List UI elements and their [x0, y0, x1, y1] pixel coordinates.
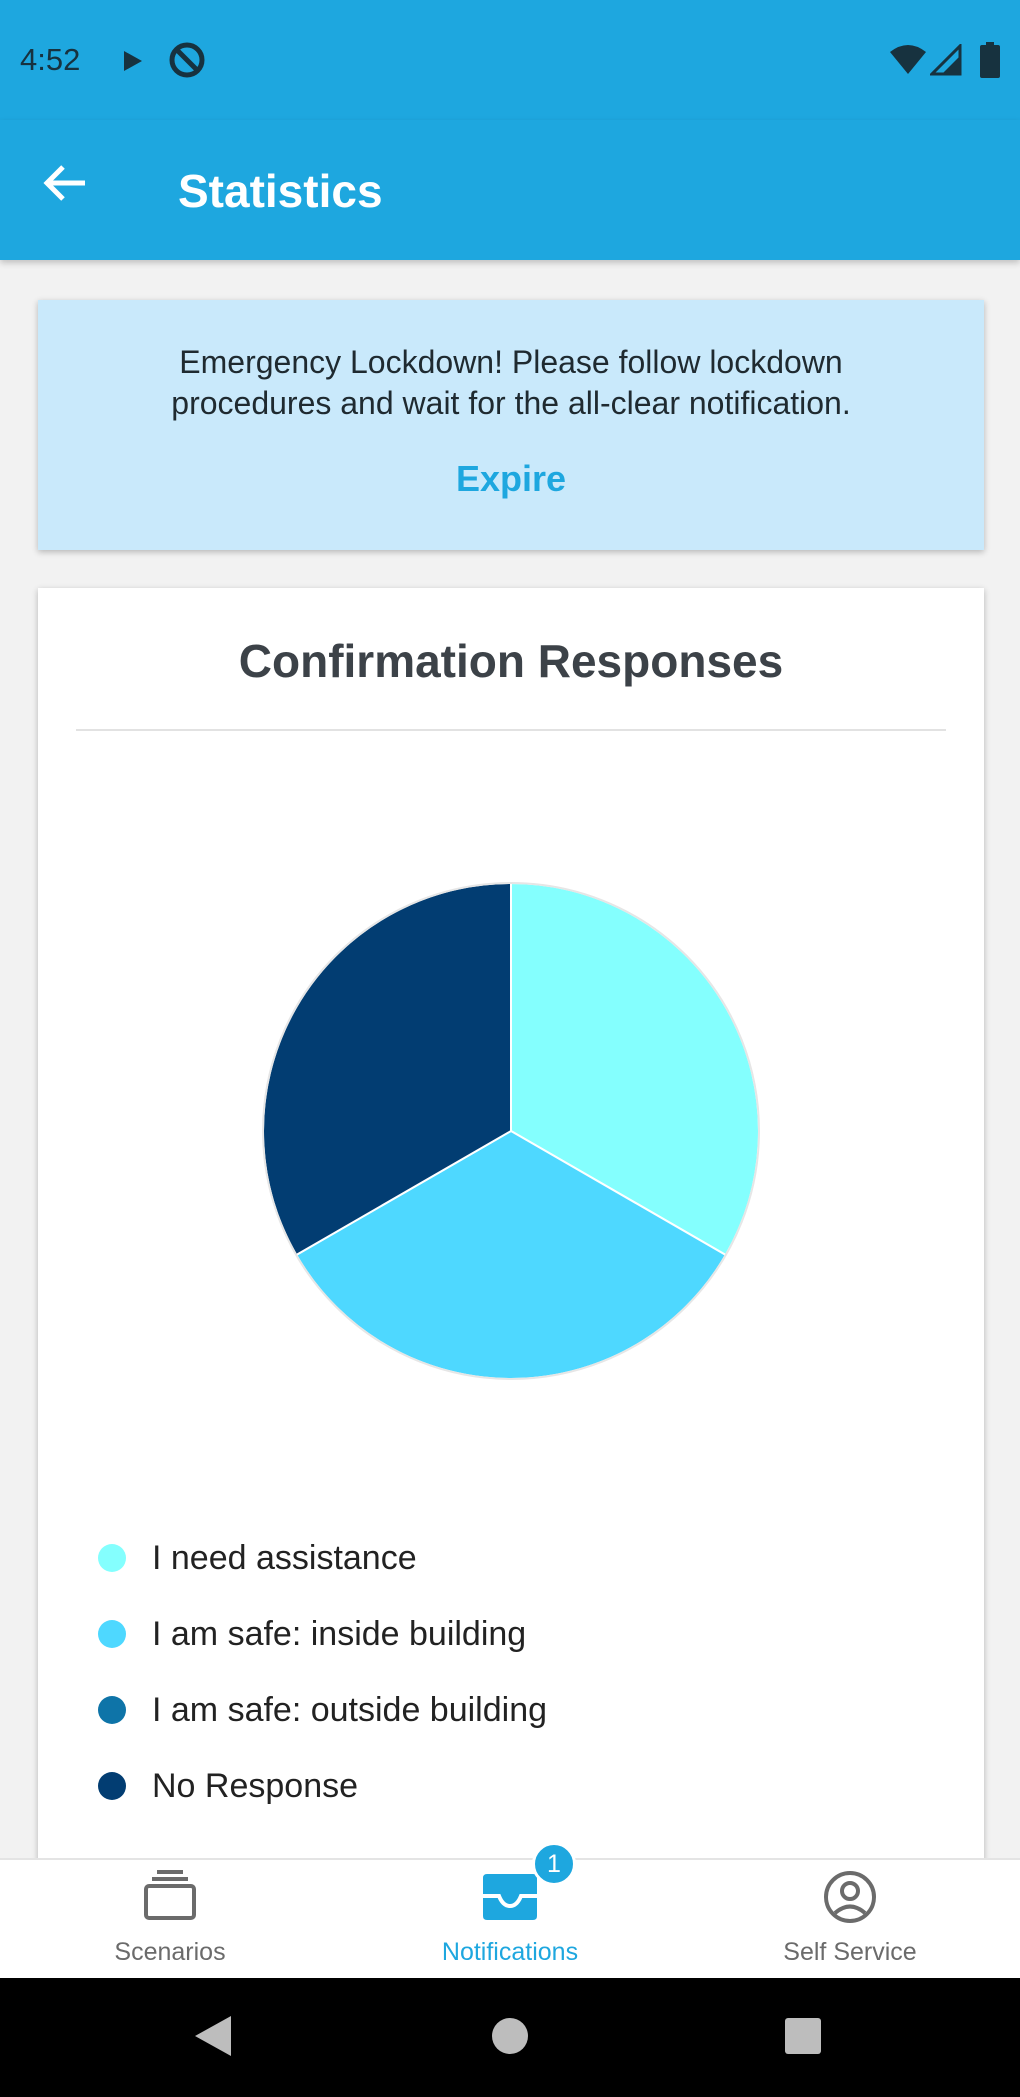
legend-dot [98, 1772, 126, 1800]
chart-card: Confirmation Responses I need assistance… [38, 588, 984, 1868]
legend-item: I am safe: outside building [98, 1672, 547, 1748]
divider [76, 729, 946, 731]
account-circle-icon [823, 1870, 877, 1929]
nav-item-scenarios[interactable]: Scenarios [0, 1860, 340, 1980]
do-not-disturb-icon [168, 41, 206, 84]
arrow-left-icon [43, 163, 87, 208]
chart-legend: I need assistance I am safe: inside buil… [98, 1520, 547, 1824]
legend-item: I am safe: inside building [98, 1596, 547, 1672]
alert-message: Emergency Lockdown! Please follow lockdo… [171, 344, 851, 421]
play-icon [122, 49, 144, 78]
legend-dot [98, 1620, 126, 1648]
app-bar: Statistics [0, 120, 1020, 260]
nav-label: Notifications [441, 1938, 579, 1966]
status-time: 4:52 [20, 42, 81, 77]
pie-chart-svg [262, 881, 760, 1380]
battery-icon [980, 42, 1000, 83]
legend-dot [98, 1696, 126, 1724]
page-title: Statistics [178, 165, 383, 217]
notification-badge: 1 [532, 1842, 576, 1886]
wifi-icon [888, 44, 928, 81]
alert-card: Emergency Lockdown! Please follow lockdo… [38, 300, 984, 550]
chart-title: Confirmation Responses [238, 635, 784, 687]
nav-label: Scenarios [114, 1938, 226, 1966]
back-triangle-icon[interactable] [193, 2014, 233, 2063]
legend-item: No Response [98, 1748, 547, 1824]
home-circle-icon[interactable] [491, 2014, 529, 2063]
expire-button[interactable]: Expire [38, 458, 984, 500]
legend-label: I am safe: inside building [152, 1614, 527, 1653]
status-bar: 4:52 [0, 0, 1020, 120]
pie-chart [258, 878, 764, 1384]
inbox-icon [481, 1870, 539, 1927]
nav-item-self-service[interactable]: Self Service [680, 1860, 1020, 1980]
legend-label: No Response [152, 1766, 359, 1805]
nav-item-notifications[interactable]: 1 Notifications [340, 1842, 680, 1980]
recents-square-icon[interactable] [783, 2014, 823, 2063]
legend-label: I need assistance [152, 1538, 417, 1577]
legend-dot [98, 1544, 126, 1572]
system-navigation-bar [0, 1978, 1020, 2097]
legend-item: I need assistance [98, 1520, 547, 1596]
legend-label: I am safe: outside building [152, 1690, 548, 1729]
back-button[interactable] [30, 150, 100, 220]
signal-icon [928, 42, 962, 81]
bottom-navigation: Scenarios 1 Notifications Self Service [0, 1842, 1020, 1980]
nav-label: Self Service [783, 1938, 917, 1966]
scenarios-icon [143, 1870, 197, 1927]
